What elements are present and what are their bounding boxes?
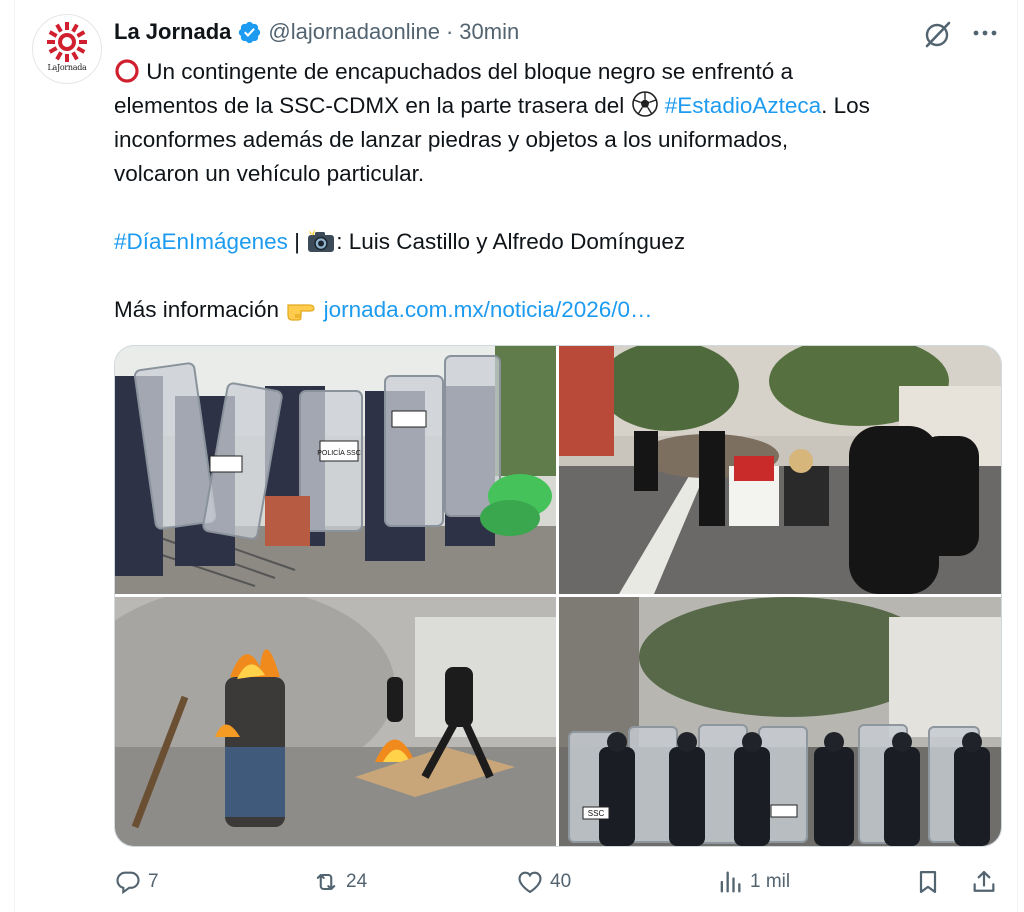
shield-label: SSC [588, 809, 605, 818]
la-jornada-logo [47, 22, 87, 62]
photo-riot-police-shields[interactable]: POLICÍA SSC [115, 346, 556, 594]
heart-icon [518, 871, 542, 894]
share-icon [973, 870, 995, 892]
photo-protesters-vehicle[interactable] [559, 346, 1001, 594]
left-border [14, 0, 15, 912]
views-icon [720, 871, 741, 893]
reply-count: 7 [148, 871, 159, 892]
article-link[interactable]: jornada.com.mx/noticia/2026/0… [324, 297, 653, 322]
verified-badge-icon[interactable] [237, 20, 262, 45]
timestamp[interactable]: 30min [459, 19, 519, 45]
retweet-button[interactable]: 24 [312, 862, 367, 902]
display-name[interactable]: La Jornada [114, 19, 231, 45]
more-icon[interactable] [970, 18, 1000, 48]
right-border [1017, 0, 1018, 912]
bookmark-button[interactable] [914, 862, 948, 902]
pointing-hand-icon [287, 304, 315, 321]
reply-icon [116, 871, 140, 895]
hashtag-dia-en-imagenes[interactable]: #DíaEnImágenes [114, 229, 288, 254]
tweet-line-2a: elementos de la SSC-CDMX en la parte tra… [114, 93, 625, 118]
grok-icon[interactable] [922, 18, 954, 50]
tweet-text: Un contingente de encapuchados del bloqu… [114, 55, 1009, 327]
tweet-line-3: inconformes además de lanzar piedras y o… [114, 127, 789, 152]
more-info-label: Más información [114, 297, 280, 322]
retweet-icon [316, 873, 336, 891]
photo-credits: : Luis Castillo y Alfredo Domínguez [336, 229, 686, 254]
photo-police-line[interactable]: SSC [559, 597, 1001, 846]
retweet-count: 24 [346, 871, 368, 892]
handle[interactable]: @lajornadaonline [268, 19, 440, 45]
media-grid: POLICÍA SSC SSC [114, 345, 1002, 847]
share-button[interactable] [970, 862, 1004, 902]
photo-fire-smoke[interactable] [115, 597, 556, 846]
header-separator: · [445, 19, 454, 44]
tweet-line-2b: . Los [821, 93, 870, 118]
red-circle-icon [115, 59, 139, 83]
views-count: 1 mil [750, 871, 791, 892]
views-button[interactable]: 1 mil [716, 862, 790, 902]
like-count: 40 [550, 871, 572, 892]
like-button[interactable]: 40 [516, 862, 571, 902]
avatar-caption: LaJornada [47, 63, 87, 72]
tweet-header: La Jornada @lajornadaonline · 30min [114, 15, 519, 49]
soccer-ball-icon [631, 91, 658, 117]
shield-label: POLICÍA SSC [317, 448, 361, 457]
hashtag-estadio-azteca[interactable]: #EstadioAzteca [665, 93, 821, 118]
reply-button[interactable]: 7 [114, 862, 159, 902]
tweet-line-4: volcaron un vehículo particular. [114, 161, 425, 186]
camera-flash-icon [308, 229, 335, 252]
credits-separator: | [287, 229, 307, 254]
tweet-line-1: Un contingente de encapuchados del bloqu… [146, 59, 794, 84]
bookmark-icon [919, 870, 937, 894]
action-bar: 7 24 40 1 mil [114, 862, 1004, 902]
avatar[interactable]: LaJornada [32, 14, 102, 84]
